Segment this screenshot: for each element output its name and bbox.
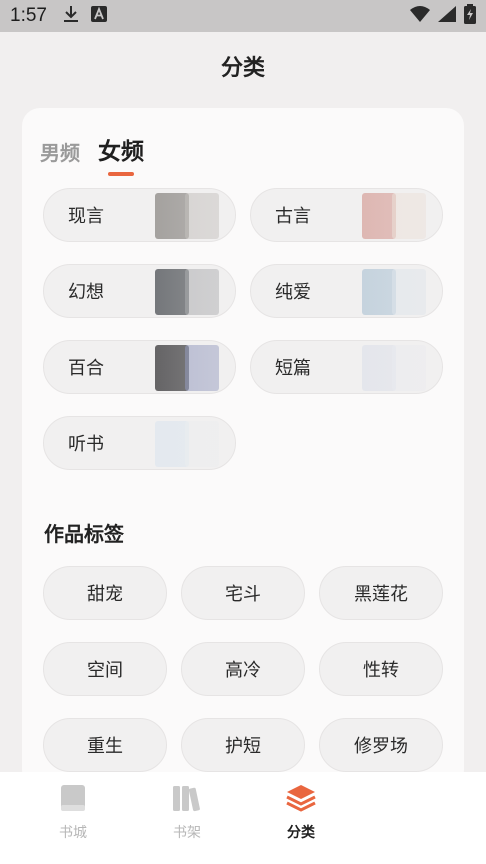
active-tab-indicator [108,172,134,176]
signal-icon [438,6,456,26]
tab-male[interactable]: 男频 [40,137,80,166]
category-label: 现言 [68,206,104,227]
cover-fade [125,341,235,393]
a-app-icon [90,6,107,26]
category-label: 古言 [275,206,311,227]
nav-label: 分类 [287,825,315,841]
nav-label: 书架 [173,825,201,841]
wifi-icon [410,6,430,26]
category-item[interactable]: 短篇 [250,340,443,394]
cover-fade [125,417,235,469]
cover-fade [332,341,442,393]
tags-heading: 作品标签 [44,522,124,546]
cover-fade [125,265,235,317]
tag-item[interactable]: 性转 [319,642,443,696]
category-item[interactable]: 古言 [250,188,443,242]
tag-item[interactable]: 空间 [43,642,167,696]
tab-female[interactable]: 女频 [98,132,144,176]
bottom-nav: 书城 书架 分类 [0,772,486,864]
cover-fade [332,265,442,317]
status-time: 1:57 [10,5,47,26]
category-card: 男频 女频 现言 古言幻想 纯爱百合 短篇听书 作品标签 甜宠 宅斗 黑莲花空间 高冷 性转重… [22,108,464,788]
category-label: 短篇 [275,358,311,379]
tab-female-label: 女频 [98,139,144,165]
download-icon [63,5,79,27]
tag-grid: 甜宠 宅斗 黑莲花空间 高冷 性转重生 护短 修罗场 [43,566,445,772]
category-item[interactable]: 纯爱 [250,264,443,318]
category-item[interactable]: 幻想 [43,264,236,318]
tag-item[interactable]: 甜宠 [43,566,167,620]
tag-item[interactable]: 修罗场 [319,718,443,772]
category-item[interactable]: 现言 [43,188,236,242]
category-label: 纯爱 [275,282,311,303]
category-item[interactable]: 听书 [43,416,236,470]
tag-item[interactable]: 护短 [181,718,305,772]
tag-item[interactable]: 重生 [43,718,167,772]
cover-fade [332,189,442,241]
category-label: 幻想 [68,282,104,303]
category-label: 百合 [68,358,104,379]
category-grid: 现言 古言幻想 纯爱百合 短篇听书 [43,188,443,470]
tag-item[interactable]: 高冷 [181,642,305,696]
book-icon [60,784,86,816]
tag-item[interactable]: 宅斗 [181,566,305,620]
battery-charging-icon [464,4,476,28]
status-bar: 1:57 [0,0,486,32]
nav-category[interactable]: 分类 [244,772,358,864]
nav-label: 书城 [59,825,87,841]
gender-tabs: 男频 女频 [40,132,144,176]
layers-icon [286,784,316,816]
category-item[interactable]: 百合 [43,340,236,394]
tag-item[interactable]: 黑莲花 [319,566,443,620]
cover-fade [125,189,235,241]
category-label: 听书 [68,434,104,455]
nav-bookstore[interactable]: 书城 [16,772,130,864]
bookshelf-icon [172,784,202,816]
nav-bookshelf[interactable]: 书架 [130,772,244,864]
page-title: 分类 [220,56,265,81]
